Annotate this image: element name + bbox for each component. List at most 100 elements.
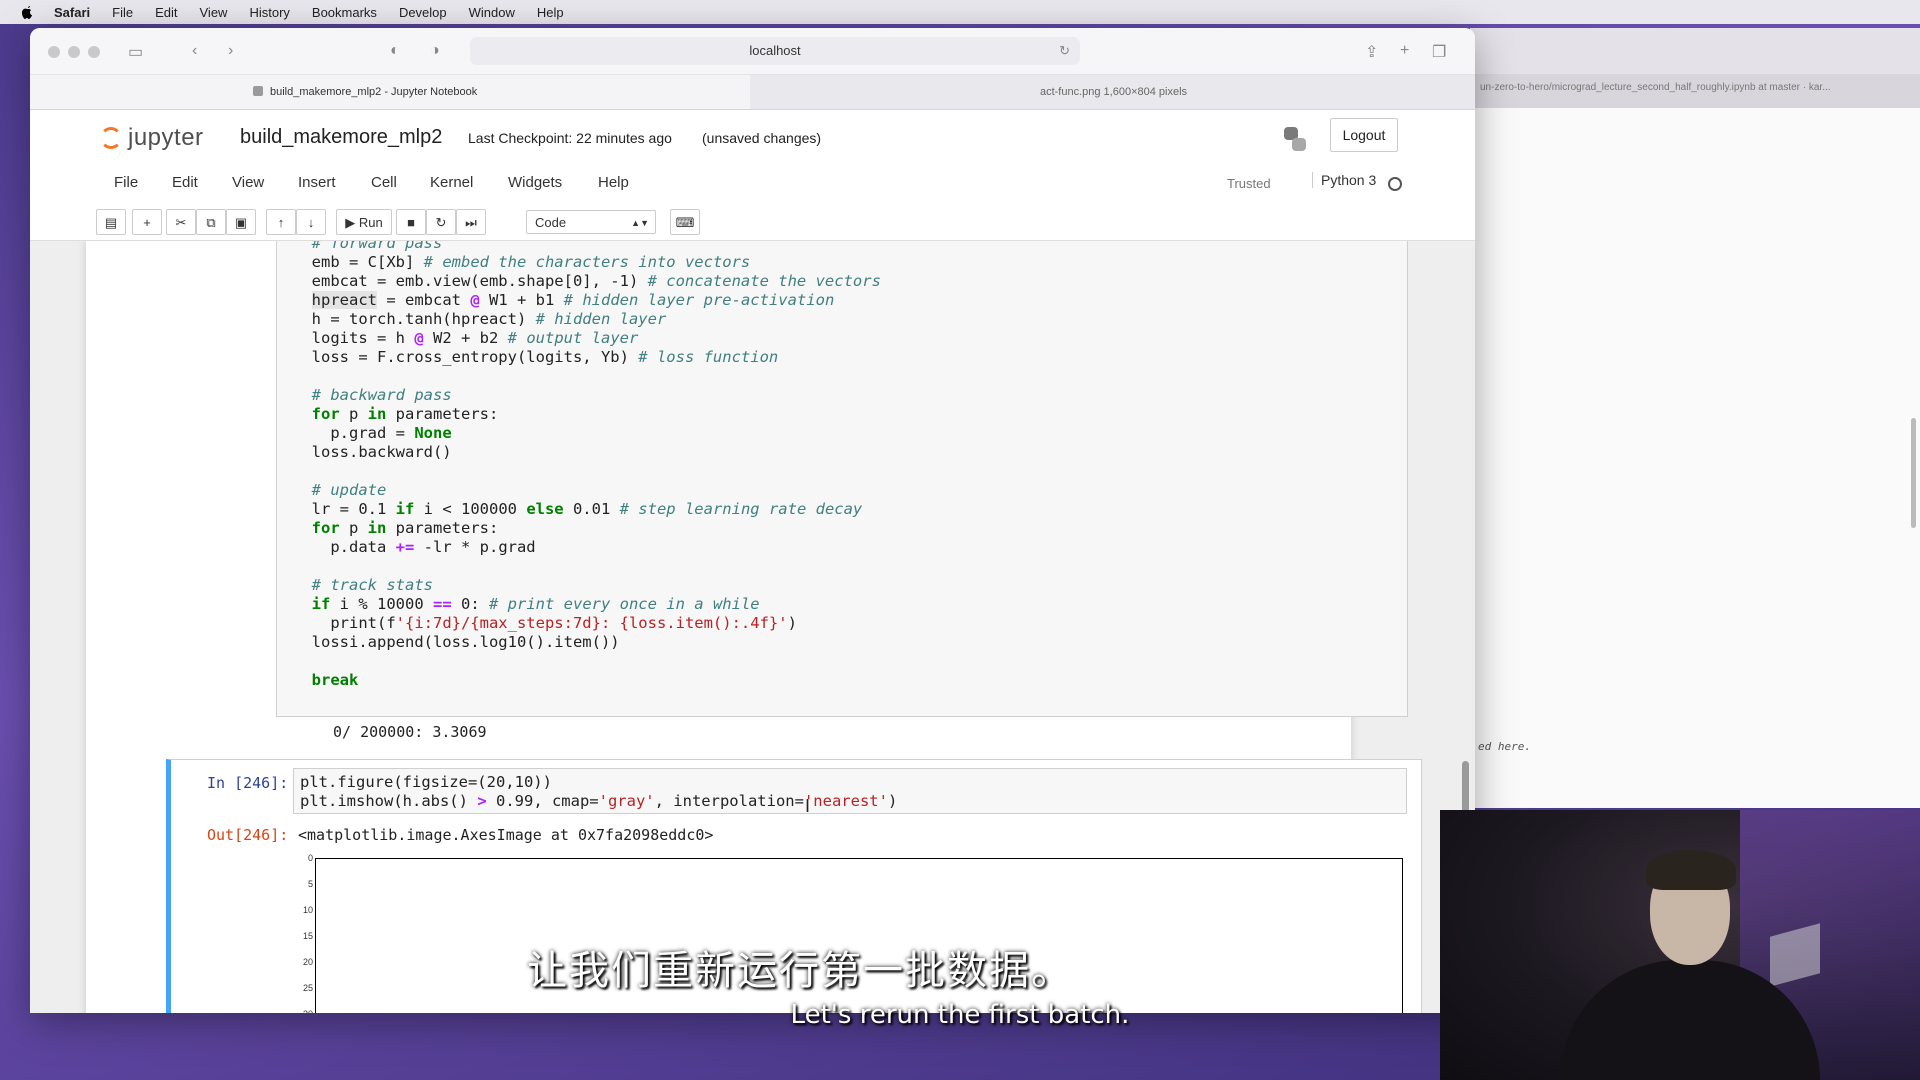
text-cursor-icon: I	[805, 796, 811, 816]
code-line: # forward pass	[311, 241, 443, 252]
kernel-name[interactable]: Python 3	[1312, 172, 1376, 188]
jupyter-favicon-icon	[253, 86, 263, 96]
restart-icon[interactable]: ↻	[426, 209, 456, 235]
menu-cell[interactable]: Cell	[371, 174, 397, 191]
code-line: loss = F.cross_entropy(logits, Yb) # los…	[293, 348, 779, 366]
menu-help[interactable]: Help	[598, 174, 629, 191]
code-cell-training-loop[interactable]: # forward pass emb = C[Xb] # embed the c…	[276, 241, 1408, 717]
zoom-window-button[interactable]	[88, 46, 100, 58]
menubar-item-history[interactable]: History	[249, 5, 289, 20]
stop-icon[interactable]: ■	[396, 209, 426, 235]
notebook-area[interactable]: # forward pass emb = C[Xb] # embed the c…	[30, 241, 1475, 1013]
safari-toolbar: ▭ ‹ › ◐ ◑ localhost ↻ ⇪ + ❐	[30, 28, 1475, 75]
notebook-page: # forward pass emb = C[Xb] # embed the c…	[86, 241, 1422, 1013]
cell-input-area[interactable]: plt.figure(figsize=(20,10)) plt.imshow(h…	[293, 768, 1407, 814]
insert-cell-icon[interactable]: +	[132, 209, 162, 235]
code-line: hpreact = embcat @ W1 + b1 # hidden laye…	[311, 291, 835, 309]
close-window-button[interactable]	[48, 46, 60, 58]
cell-type-select[interactable]: Code ▲▼	[526, 210, 656, 234]
menubar-item-view[interactable]: View	[200, 5, 228, 20]
menubar-item-edit[interactable]: Edit	[155, 5, 177, 20]
move-up-icon[interactable]: ↑	[266, 209, 296, 235]
privacy-report-icon[interactable]: ◐	[390, 42, 400, 60]
menu-insert[interactable]: Insert	[298, 174, 336, 191]
move-down-icon[interactable]: ↓	[296, 209, 326, 235]
jupyter-logo-icon	[100, 127, 122, 149]
notebook-title[interactable]: build_makemore_mlp2	[240, 126, 442, 149]
background-browser-window[interactable]: un-zero-to-hero/micrograd_lecture_second…	[1470, 28, 1920, 808]
subtitle-english: Let's rerun the first batch.	[790, 1000, 1130, 1030]
menu-edit[interactable]: Edit	[172, 174, 198, 191]
code-line: p.grad = None	[293, 424, 452, 442]
code-line: logits = h @ W2 + b2 # output layer	[293, 329, 639, 347]
tab-label: build_makemore_mlp2 - Jupyter Notebook	[270, 86, 478, 98]
code-line: for p in parameters:	[311, 519, 499, 537]
menubar-item-window[interactable]: Window	[469, 5, 515, 20]
menu-widgets[interactable]: Widgets	[508, 174, 562, 191]
mac-menubar: Safari File Edit View History Bookmarks …	[0, 0, 1920, 24]
apple-icon[interactable]	[18, 4, 36, 20]
menubar-item-develop[interactable]: Develop	[399, 5, 447, 20]
input-prompt: In [246]:	[207, 774, 289, 792]
code-line: emb = C[Xb] # embed the characters into …	[293, 253, 751, 271]
menubar-item-bookmarks[interactable]: Bookmarks	[312, 5, 377, 20]
cut-icon[interactable]: ✂	[166, 209, 196, 235]
menubar-app-name[interactable]: Safari	[54, 5, 90, 20]
y-tick-label: 10	[302, 905, 313, 915]
menubar-item-file[interactable]: File	[112, 5, 133, 20]
url-text: localhost	[749, 43, 801, 58]
background-window-tab[interactable]: un-zero-to-hero/micrograd_lecture_second…	[1470, 74, 1920, 108]
trusted-badge[interactable]: Trusted	[1216, 172, 1282, 195]
jupyter-header: jupyter build_makemore_mlp2 Last Checkpo…	[30, 108, 1475, 166]
code-line: break	[311, 671, 359, 689]
output-repr-text: <matplotlib.image.AxesImage at 0x7fa2098…	[298, 826, 714, 844]
copy-icon[interactable]: ⧉	[196, 209, 226, 235]
forward-icon[interactable]: ›	[228, 42, 233, 60]
code-line: if i % 10000 == 0: # print every once in…	[311, 595, 760, 613]
code-line: loss.backward()	[293, 443, 452, 461]
cell-code[interactable]: # forward pass emb = C[Xb] # embed the c…	[293, 241, 881, 690]
new-tab-icon[interactable]: +	[1400, 42, 1409, 60]
notebook-toolbar: ▤ + ✂ ⧉ ▣ ↑ ↓ ▶ Run ■ ↻ ⏭ Code ▲▼ ⌨	[30, 204, 1475, 241]
y-tick-label: 0	[307, 853, 313, 863]
background-window-text: ed here.	[1478, 740, 1531, 753]
cell-output-text: 0/ 200000: 3.3069	[333, 723, 487, 741]
code-line: # backward pass	[311, 386, 452, 404]
run-label: Run	[358, 215, 383, 230]
code-line: # update	[311, 481, 387, 499]
code-line: # track stats	[311, 576, 433, 594]
safari-window: ▭ ‹ › ◐ ◑ localhost ↻ ⇪ + ❐ build_makemo…	[30, 28, 1475, 1013]
sidebar-icon[interactable]: ▭	[128, 42, 143, 62]
shield-icon[interactable]: ◑	[430, 42, 440, 60]
reload-icon[interactable]: ↻	[1059, 37, 1070, 65]
jupyter-logo-text: jupyter	[128, 124, 204, 151]
tab-overview-icon[interactable]: ❐	[1432, 42, 1446, 62]
cell-type-value: Code	[535, 215, 567, 230]
share-icon[interactable]: ⇪	[1365, 42, 1378, 62]
window-controls	[48, 46, 100, 58]
run-button[interactable]: ▶ Run	[336, 209, 392, 235]
menu-kernel[interactable]: Kernel	[430, 174, 473, 191]
background-window-scrollbar[interactable]	[1911, 418, 1916, 528]
menubar-item-help[interactable]: Help	[537, 5, 564, 20]
logout-button[interactable]: Logout	[1330, 118, 1398, 152]
output-prompt: Out[246]:	[207, 826, 289, 844]
tab-act-func-image[interactable]: act-func.png 1,600×804 pixels	[752, 75, 1475, 109]
address-bar[interactable]: localhost ↻	[470, 37, 1080, 65]
menu-file[interactable]: File	[114, 174, 138, 191]
paste-icon[interactable]: ▣	[226, 209, 256, 235]
menu-view[interactable]: View	[232, 174, 264, 191]
background-window-toolbar	[1470, 28, 1920, 74]
tab-jupyter-notebook[interactable]: build_makemore_mlp2 - Jupyter Notebook	[30, 75, 750, 109]
chevron-down-icon: ▲▼	[631, 218, 649, 228]
kernel-status-icon	[1388, 177, 1402, 191]
subtitle-chinese: 让我们重新运行第一批数据。	[527, 948, 1073, 994]
jupyter-logo[interactable]: jupyter	[100, 124, 204, 152]
fast-forward-icon[interactable]: ⏭	[456, 209, 486, 235]
minimize-window-button[interactable]	[68, 46, 80, 58]
code-line: lossi.append(loss.log10().item())	[293, 633, 620, 651]
back-icon[interactable]: ‹	[192, 42, 197, 60]
code-line: for p in parameters:	[311, 405, 499, 423]
keyboard-icon[interactable]: ⌨	[670, 209, 700, 235]
save-icon[interactable]: ▤	[96, 209, 126, 235]
